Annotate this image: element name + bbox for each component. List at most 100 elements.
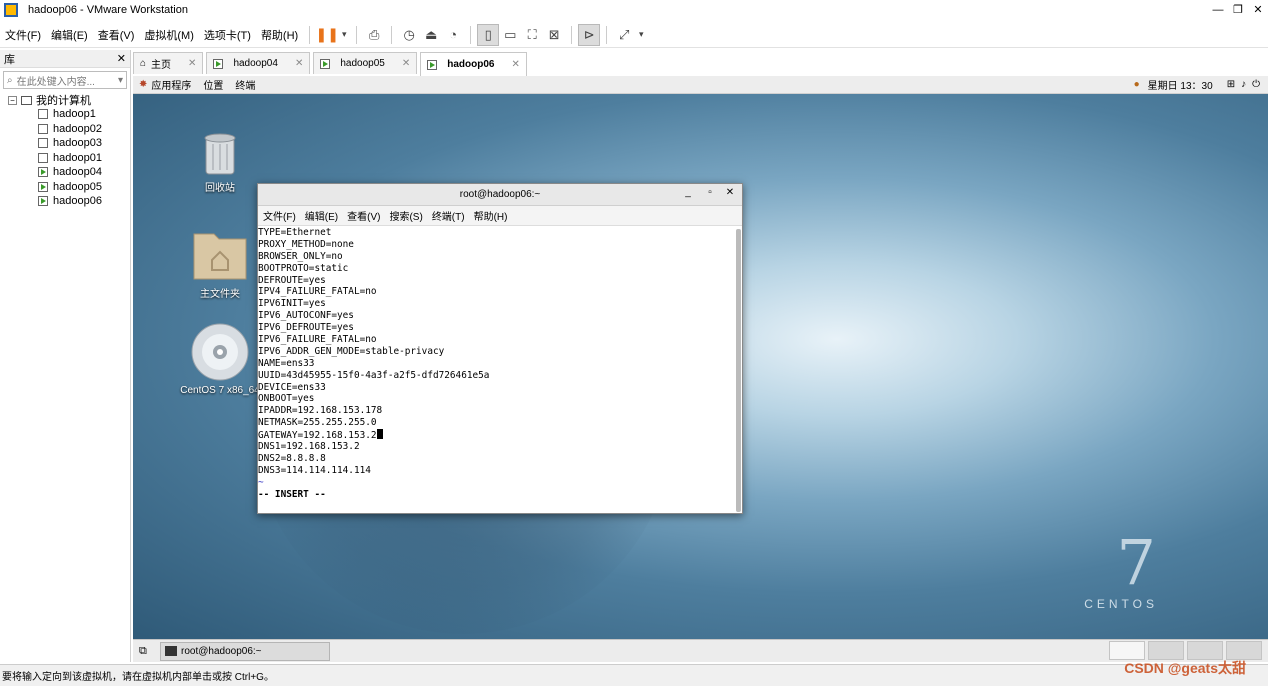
terminal-line: BROWSER_ONLY=no <box>258 250 343 262</box>
tree-item-vm[interactable]: hadoop1 <box>0 107 130 122</box>
collapse-icon[interactable]: − <box>8 95 17 105</box>
tab-hadoop04[interactable]: hadoop04 ✕ <box>206 52 311 74</box>
terminal-line: NETMASK=255.255.255.0 <box>258 417 377 429</box>
desktop-icon-label: 主文件夹 <box>200 289 240 300</box>
gateway-text: GATEWAY=192.168.153.2 <box>258 430 377 442</box>
computer-icon <box>21 95 32 105</box>
chevron-down-icon[interactable]: ▾ <box>635 24 647 46</box>
unity-icon[interactable]: ⊠ <box>543 24 565 46</box>
terminal-maximize-button[interactable]: ▫ <box>702 187 718 198</box>
vmware-app-icon <box>4 3 18 17</box>
close-tab-icon[interactable]: ✕ <box>295 58 303 69</box>
terminal-scrollbar[interactable] <box>736 229 741 512</box>
tree-root-label: 我的计算机 <box>36 95 91 107</box>
tab-hadoop05[interactable]: hadoop05 ✕ <box>313 52 418 74</box>
window-title: hadoop06 - VMware Workstation <box>28 4 188 16</box>
vm-console[interactable]: ✸ 应用程序 位置 终端 ● 星期日 13：30 ⊞ ♪ ⏻ 回收站 主文件夹 <box>133 76 1268 662</box>
pause-icon[interactable]: ❚❚ <box>315 24 338 46</box>
tree-item-vm[interactable]: hadoop04 <box>0 165 130 180</box>
close-button[interactable]: ✕ <box>1248 2 1268 18</box>
tab-label: hadoop05 <box>340 58 385 69</box>
menu-help[interactable]: 帮助(H) <box>256 27 303 43</box>
volume-icon[interactable]: ♪ <box>1241 79 1246 90</box>
desktop-icon-trash[interactable]: 回收站 <box>175 128 265 194</box>
running-vm-icon <box>38 167 48 178</box>
vm-icon <box>38 138 48 149</box>
trash-icon <box>204 133 236 175</box>
console-view-icon[interactable]: ⊳ <box>578 23 601 46</box>
tree-item-vm[interactable]: hadoop02 <box>0 122 130 137</box>
close-tab-icon[interactable]: ✕ <box>511 59 519 70</box>
menu-vm[interactable]: 虚拟机(M) <box>139 27 199 43</box>
terminal-menu-edit[interactable]: 编辑(E) <box>305 208 338 223</box>
terminal-line: IPADDR=192.168.153.178 <box>258 405 383 417</box>
tree-root-my-computer[interactable]: − 我的计算机 <box>0 93 130 107</box>
vm-icon <box>38 109 48 120</box>
chevron-down-icon[interactable]: ▾ <box>118 75 123 86</box>
stretch-icon[interactable]: ⤢ <box>613 24 635 46</box>
close-tab-icon[interactable]: ✕ <box>188 58 196 69</box>
desktop[interactable]: 回收站 主文件夹 CentOS 7 x86_64 7 CENTOS root@h… <box>133 94 1268 639</box>
notification-icon[interactable]: ● <box>1134 79 1140 90</box>
terminal-line: DEFROUTE=yes <box>258 274 326 286</box>
tree-item-vm[interactable]: hadoop03 <box>0 136 130 151</box>
desktop-icon-home[interactable]: 主文件夹 <box>175 226 265 300</box>
library-close-icon[interactable]: ✕ <box>117 52 126 65</box>
tree-item-vm[interactable]: hadoop01 <box>0 151 130 166</box>
chevron-down-icon[interactable]: ▾ <box>338 24 350 46</box>
text-cursor <box>376 429 383 440</box>
menu-edit[interactable]: 编辑(E) <box>46 27 93 43</box>
vm-label: hadoop1 <box>53 108 96 121</box>
running-vm-icon <box>427 59 438 70</box>
places-menu[interactable]: 位置 <box>203 77 223 92</box>
library-header: 库 ✕ <box>0 50 130 68</box>
power-icon[interactable]: ⏻ <box>1252 79 1260 90</box>
clock[interactable]: 星期日 13：30 <box>1148 77 1213 92</box>
terminal-menu-file[interactable]: 文件(F) <box>263 208 296 223</box>
tab-home[interactable]: ⌂ 主页 ✕ <box>133 52 204 74</box>
terminal-menu-terminal[interactable]: 终端(T) <box>432 208 465 223</box>
terminal-titlebar[interactable]: root@hadoop06:~ _ ▫ ✕ <box>258 184 742 206</box>
running-vm-icon <box>38 196 48 207</box>
terminal-menu[interactable]: 终端 <box>235 77 255 92</box>
tab-label: 主页 <box>151 60 172 71</box>
tab-hadoop06[interactable]: hadoop06 ✕ <box>420 52 527 76</box>
terminal-menu-view[interactable]: 查看(V) <box>347 208 380 223</box>
restore-button[interactable]: ❐ <box>1228 2 1248 18</box>
terminal-close-button[interactable]: ✕ <box>722 187 738 198</box>
terminal-menu-search[interactable]: 搜索(S) <box>389 208 422 223</box>
applications-menu[interactable]: 应用程序 <box>151 77 191 92</box>
network-icon[interactable]: ⊞ <box>1227 79 1235 90</box>
toolbar-separator <box>309 25 311 44</box>
terminal-window[interactable]: root@hadoop06:~ _ ▫ ✕ 文件(F) 编辑(E) 查看(V) … <box>257 183 743 514</box>
running-vm-icon <box>213 58 224 69</box>
terminal-line: IPV4_FAILURE_FATAL=no <box>258 286 377 298</box>
terminal-line: NAME=ens33 <box>258 357 315 369</box>
taskbar-terminal-item[interactable]: root@hadoop06:~ <box>160 641 330 661</box>
close-tab-icon[interactable]: ✕ <box>402 58 410 69</box>
minimize-button[interactable]: — <box>1208 2 1228 18</box>
menu-view[interactable]: 查看(V) <box>93 27 140 43</box>
revert-snapshot-icon[interactable]: ⏏ <box>420 24 442 46</box>
toolbar-separator <box>356 25 358 44</box>
desktop-icon-dvd[interactable]: CentOS 7 x86_64 <box>175 322 265 396</box>
library-view-icon[interactable]: ▯ <box>477 23 500 46</box>
terminal-body[interactable]: TYPE=Ethernet PROXY_METHOD=none BROWSER_… <box>258 227 734 513</box>
terminal-line: BOOTPROTO=static <box>258 262 349 274</box>
terminal-menu-help[interactable]: 帮助(H) <box>474 208 508 223</box>
show-desktop-icon[interactable]: ⧉ <box>139 645 147 658</box>
menu-file[interactable]: 文件(F) <box>0 27 46 43</box>
fullscreen-icon[interactable]: ⛶ <box>521 24 543 46</box>
tree-item-vm[interactable]: hadoop06 <box>0 194 130 209</box>
tree-item-vm[interactable]: hadoop05 <box>0 180 130 195</box>
send-ctrl-alt-del-icon[interactable]: ⎙ <box>363 24 385 46</box>
thumbnail-view-icon[interactable]: ▭ <box>499 24 521 46</box>
menu-tabs[interactable]: 选项卡(T) <box>199 27 256 43</box>
vim-mode-indicator: -- INSERT -- <box>258 488 326 500</box>
terminal-line: IPV6_ADDR_GEN_MODE=stable-privacy <box>258 345 445 357</box>
library-search-input[interactable]: ⌕ 在此处键入内容... ▾ <box>3 71 127 89</box>
snapshot-manager-icon[interactable]: ◔ <box>442 24 464 46</box>
window-titlebar: hadoop06 - VMware Workstation — ❐ ✕ <box>0 0 1268 20</box>
snapshot-icon[interactable]: ◷ <box>398 24 420 46</box>
terminal-minimize-button[interactable]: _ <box>680 187 696 198</box>
